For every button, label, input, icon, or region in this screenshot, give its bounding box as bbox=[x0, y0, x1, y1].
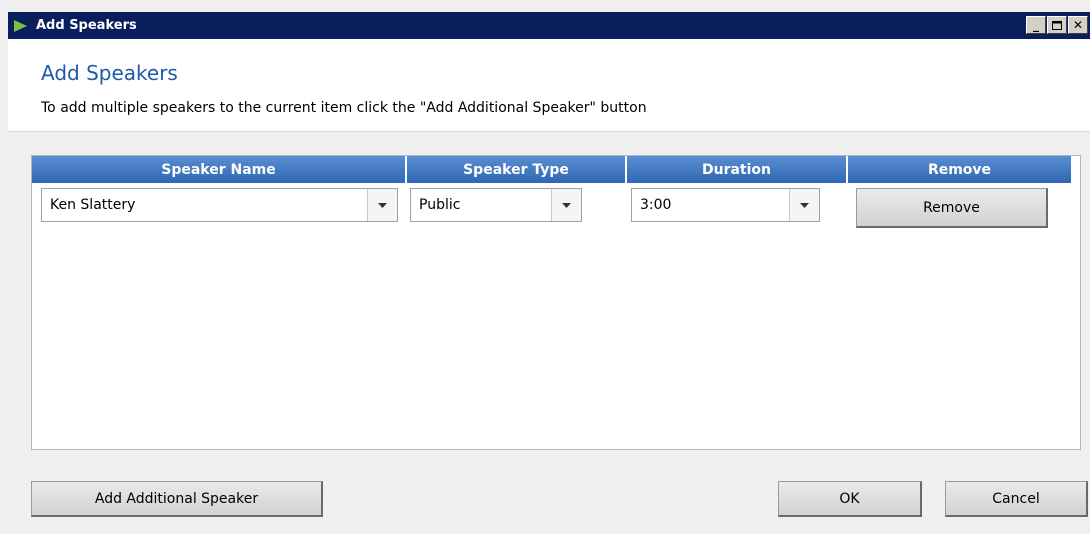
speaker-type-select[interactable]: Public bbox=[410, 188, 582, 222]
speakers-grid: Speaker Name Speaker Type Duration Remov… bbox=[31, 155, 1081, 450]
add-additional-speaker-button[interactable]: Add Additional Speaker bbox=[31, 481, 323, 517]
add-speakers-dialog: Add Speakers _ ✕ Add Speakers To add mul… bbox=[0, 0, 1090, 534]
chevron-down-icon[interactable] bbox=[367, 189, 397, 221]
chevron-down-icon[interactable] bbox=[789, 189, 819, 221]
title-bar[interactable]: Add Speakers _ ✕ bbox=[8, 12, 1090, 39]
page-subtitle: To add multiple speakers to the current … bbox=[41, 100, 647, 116]
window-title: Add Speakers bbox=[36, 18, 137, 33]
window-controls: _ ✕ bbox=[1026, 16, 1088, 34]
chevron-down-icon[interactable] bbox=[551, 189, 581, 221]
ok-button[interactable]: OK bbox=[778, 481, 922, 517]
page-title: Add Speakers bbox=[41, 61, 178, 85]
duration-select[interactable]: 3:00 bbox=[631, 188, 820, 222]
duration-value: 3:00 bbox=[640, 197, 672, 213]
cancel-button[interactable]: Cancel bbox=[945, 481, 1088, 517]
minimize-icon[interactable]: _ bbox=[1026, 16, 1046, 34]
column-header-speaker-name: Speaker Name bbox=[32, 156, 407, 183]
speaker-type-value: Public bbox=[419, 197, 461, 213]
maximize-icon[interactable] bbox=[1047, 16, 1067, 34]
speaker-name-select[interactable]: Ken Slattery bbox=[41, 188, 398, 222]
dialog-header: Add Speakers To add multiple speakers to… bbox=[8, 39, 1090, 132]
remove-button[interactable]: Remove bbox=[856, 188, 1048, 228]
column-header-speaker-type: Speaker Type bbox=[407, 156, 627, 183]
speaker-name-value: Ken Slattery bbox=[50, 197, 136, 213]
app-play-icon bbox=[12, 18, 30, 34]
column-header-remove: Remove bbox=[848, 156, 1073, 183]
close-icon[interactable]: ✕ bbox=[1068, 16, 1088, 34]
column-header-duration: Duration bbox=[627, 156, 848, 183]
grid-header-row: Speaker Name Speaker Type Duration Remov… bbox=[32, 156, 1082, 183]
